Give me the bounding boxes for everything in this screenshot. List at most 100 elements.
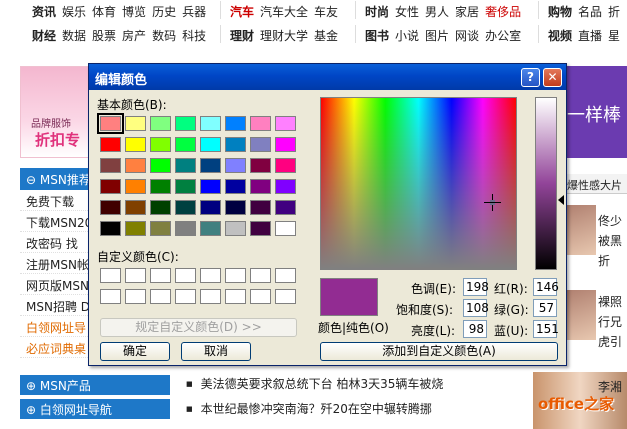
nav-link[interactable]: 小说 [395, 29, 419, 43]
sidebar-section-navigation[interactable]: ⊕ 白领网址导航 [20, 399, 170, 419]
nav-head-books[interactable]: 图书 [365, 29, 389, 43]
color-spectrum[interactable] [320, 97, 517, 270]
nav-link[interactable]: 娱乐 [62, 5, 86, 19]
custom-color-swatch[interactable] [125, 289, 146, 304]
basic-color-swatch[interactable] [175, 179, 196, 194]
basic-color-swatch[interactable] [100, 179, 121, 194]
basic-color-swatch[interactable] [250, 137, 271, 152]
luminance-field[interactable]: 98 [463, 320, 487, 338]
news-headline[interactable]: 本世纪最惨冲突南海？歼20在空中辗转腾挪 [186, 400, 432, 417]
nav-link[interactable]: 图片 [425, 29, 449, 43]
basic-color-swatch[interactable] [150, 200, 171, 215]
custom-color-swatch[interactable] [175, 268, 196, 283]
right-tab[interactable]: 爆性感大片 [565, 174, 627, 194]
right-news-text[interactable]: 虎引 [598, 333, 622, 350]
nav-link[interactable]: 星 [608, 29, 620, 43]
nav-link[interactable]: 历史 [152, 5, 176, 19]
custom-color-swatch[interactable] [125, 268, 146, 283]
nav-link[interactable]: 数据 [62, 29, 86, 43]
right-news-text[interactable]: 被黑 [598, 232, 622, 249]
nav-head-fashion[interactable]: 时尚 [365, 5, 389, 19]
nav-link[interactable]: 兵器 [182, 5, 206, 19]
basic-color-swatch[interactable] [150, 116, 171, 131]
nav-link[interactable]: 基金 [314, 29, 338, 43]
custom-color-swatch[interactable] [200, 268, 221, 283]
news-headline[interactable]: 美法德英要求叙总统下台 柏林3天35辆车被烧 [186, 375, 444, 392]
dialog-titlebar[interactable]: 编辑颜色 [89, 64, 566, 90]
basic-color-swatch[interactable] [225, 137, 246, 152]
nav-link-luxury[interactable]: 奢侈品 [485, 5, 521, 19]
basic-color-swatch[interactable] [275, 116, 296, 131]
basic-color-swatch[interactable] [200, 221, 221, 236]
basic-color-swatch[interactable] [97, 113, 124, 134]
cancel-button[interactable]: 取消 [181, 342, 251, 361]
custom-color-swatch[interactable] [100, 268, 121, 283]
help-button[interactable]: ? [521, 68, 540, 87]
basic-color-swatch[interactable] [175, 137, 196, 152]
nav-link[interactable]: 理财大学 [260, 29, 308, 43]
red-field[interactable]: 146 [533, 278, 559, 296]
basic-color-swatch[interactable] [250, 179, 271, 194]
nav-head-money[interactable]: 理财 [230, 29, 254, 43]
nav-link[interactable]: 办公室 [485, 29, 521, 43]
right-news-text[interactable]: 佟少 [598, 212, 622, 229]
basic-color-swatch[interactable] [200, 116, 221, 131]
basic-color-swatch[interactable] [225, 179, 246, 194]
nav-link[interactable]: 男人 [425, 5, 449, 19]
custom-color-swatch[interactable] [225, 289, 246, 304]
custom-color-swatch[interactable] [275, 268, 296, 283]
nav-link[interactable]: 家居 [455, 5, 479, 19]
crosshair-icon[interactable] [484, 194, 501, 211]
close-button[interactable]: ✕ [543, 68, 562, 87]
basic-color-swatch[interactable] [100, 137, 121, 152]
basic-color-swatch[interactable] [100, 221, 121, 236]
basic-color-swatch[interactable] [175, 221, 196, 236]
basic-color-swatch[interactable] [275, 158, 296, 173]
basic-color-swatch[interactable] [150, 221, 171, 236]
custom-color-swatch[interactable] [250, 268, 271, 283]
promo-banner-right[interactable]: 一样棒 [565, 66, 627, 158]
nav-head-news[interactable]: 资讯 [32, 5, 56, 19]
basic-color-swatch[interactable] [150, 179, 171, 194]
nav-head-finance[interactable]: 财经 [32, 29, 56, 43]
blue-field[interactable]: 151 [533, 320, 559, 338]
nav-link[interactable]: 体育 [92, 5, 116, 19]
right-news-text[interactable]: 折 [598, 252, 610, 269]
nav-head-shopping[interactable]: 购物 [548, 5, 572, 19]
nav-head-auto[interactable]: 汽车 [230, 5, 254, 19]
news-thumbnail[interactable] [566, 290, 596, 340]
nav-head-video[interactable]: 视频 [548, 29, 572, 43]
custom-color-swatch[interactable] [150, 268, 171, 283]
custom-color-swatch[interactable] [250, 289, 271, 304]
basic-color-swatch[interactable] [225, 116, 246, 131]
basic-color-swatch[interactable] [200, 200, 221, 215]
nav-link[interactable]: 网谈 [455, 29, 479, 43]
luminance-slider[interactable] [535, 97, 557, 270]
nav-link[interactable]: 房产 [122, 29, 146, 43]
basic-color-swatch[interactable] [275, 221, 296, 236]
right-news-text[interactable]: 裸照 [598, 293, 622, 310]
nav-link[interactable]: 科技 [182, 29, 206, 43]
custom-color-swatch[interactable] [150, 289, 171, 304]
green-field[interactable]: 57 [533, 299, 557, 317]
sidebar-section-msn-products[interactable]: ⊕ MSN产品 [20, 375, 170, 395]
custom-color-swatch[interactable] [275, 289, 296, 304]
nav-link[interactable]: 车友 [314, 5, 338, 19]
slider-arrow-icon[interactable] [558, 195, 564, 205]
basic-color-swatch[interactable] [250, 200, 271, 215]
basic-color-swatch[interactable] [200, 158, 221, 173]
custom-color-swatch[interactable] [200, 289, 221, 304]
custom-color-swatch[interactable] [225, 268, 246, 283]
define-custom-colors-button[interactable]: 规定自定义颜色(D) >> [100, 318, 297, 337]
saturation-field[interactable]: 108 [463, 299, 489, 317]
basic-color-swatch[interactable] [225, 158, 246, 173]
promo-banner-left[interactable]: 品牌服饰 折扣专 [20, 66, 92, 158]
basic-color-swatch[interactable] [175, 200, 196, 215]
basic-color-swatch[interactable] [250, 158, 271, 173]
nav-link[interactable]: 女性 [395, 5, 419, 19]
basic-color-swatch[interactable] [125, 221, 146, 236]
custom-color-swatch[interactable] [100, 289, 121, 304]
nav-link[interactable]: 直播 [578, 29, 602, 43]
nav-link[interactable]: 汽车大全 [260, 5, 308, 19]
add-to-custom-colors-button[interactable]: 添加到自定义颜色(A) [320, 342, 558, 361]
